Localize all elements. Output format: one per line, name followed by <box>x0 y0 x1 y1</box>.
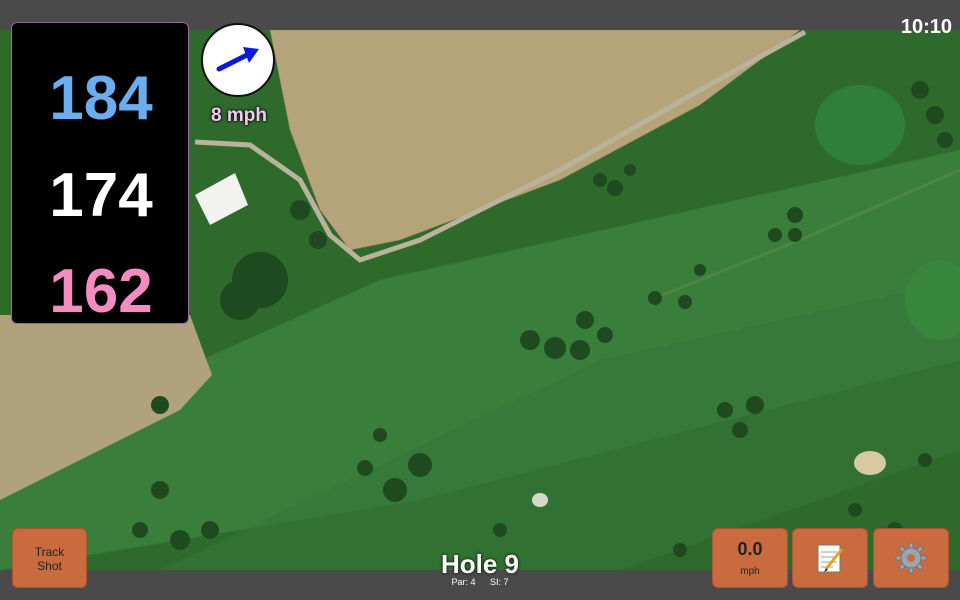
wind-speed-button[interactable]: 0.0 mph <box>712 528 788 588</box>
notepad-icon <box>817 544 844 573</box>
hole-stroke-index: SI: 7 <box>490 577 509 587</box>
wind-speed-value: 0.0 <box>737 539 763 559</box>
distance-front: 162 <box>49 257 153 326</box>
track-shot-label-line1: Track <box>34 545 65 559</box>
gear-icon <box>895 542 927 574</box>
wind-speed-label: 8 mph <box>211 105 267 126</box>
hole-details: Par: 4 SI: 7 <box>380 577 580 587</box>
distance-panel: 184 174 162 <box>11 22 189 326</box>
wind-speed-unit: mph <box>740 566 760 577</box>
distance-back: 184 <box>49 64 153 133</box>
notes-button[interactable] <box>792 528 868 588</box>
hole-title: Hole 9 <box>440 549 520 579</box>
track-shot-button[interactable]: Track Shot <box>12 528 87 588</box>
wind-compass <box>201 23 275 97</box>
settings-button[interactable] <box>873 528 949 588</box>
track-shot-label-line2: Shot <box>37 559 62 573</box>
status-clock: 10:10 <box>900 16 952 38</box>
distance-middle: 174 <box>49 161 153 230</box>
hole-par: Par: 4 <box>451 577 476 587</box>
wind-arrow-icon <box>216 47 259 72</box>
